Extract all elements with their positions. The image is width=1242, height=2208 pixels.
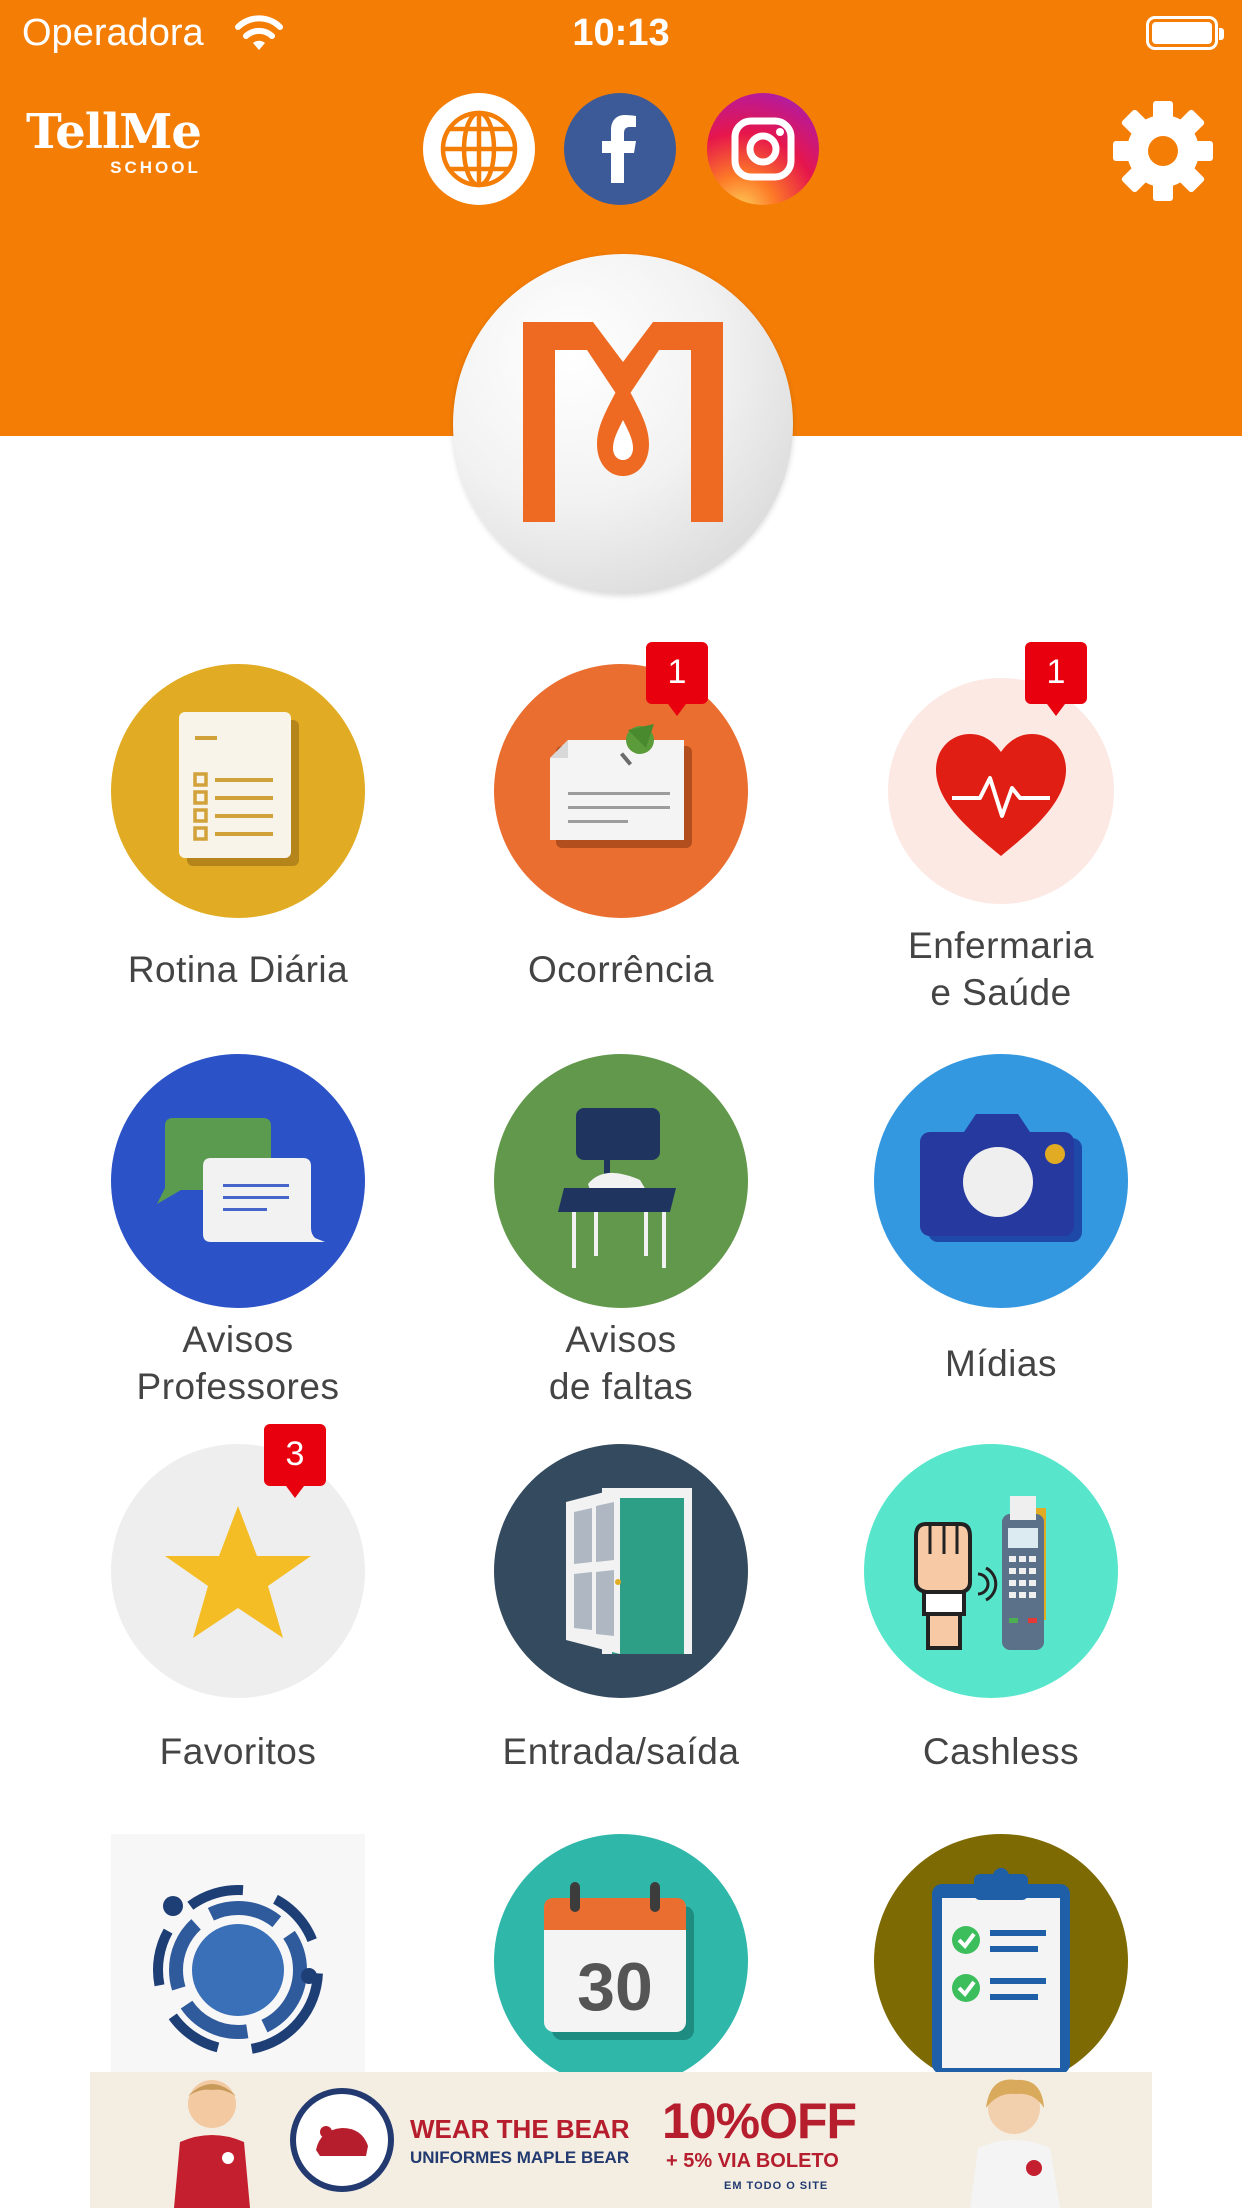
ad-banner[interactable]: WEAR THE BEAR UNIFORMES MAPLE BEAR 10%OF… [90,2072,1152,2208]
tile-icon-circle: 30 [494,1834,748,2088]
tile-label: Avisos de faltas [548,1319,694,1407]
tile-label: Rotina Diária [127,949,349,990]
settings-button[interactable] [1108,96,1218,206]
tile-icon-circle [494,1444,748,1698]
clock: 10:13 [572,12,670,54]
contactless-payment-icon [914,1496,1046,1650]
child-in-uniform-image [174,2080,250,2208]
ad-offer: 10%OFF [662,2093,857,2149]
child-smiling-image [970,2079,1060,2208]
tile-icon-circle [874,1834,1128,2088]
ad-subtitle: UNIFORMES MAPLE BEAR [410,2148,630,2167]
tile-icon-circle [874,1054,1128,1308]
checklist-icon [179,712,299,866]
calendar-icon: 30 [544,1882,694,2040]
globe-icon [440,110,518,188]
status-bar: Operadora 10:13 [0,0,1242,66]
circle-logo-icon [153,1885,323,2055]
tile-favoritos[interactable]: 3 Favoritos [48,1424,428,1784]
tile-enfermaria-saude[interactable]: 1 Enfermaria e Saúde [811,642,1191,1024]
ad-offer-note: EM TODO O SITE [724,2180,829,2192]
notification-badge: 1 [646,642,708,716]
door-icon [566,1488,692,1654]
brand-logo: TellMe SCHOOL [26,104,202,178]
gear-icon [1113,101,1213,201]
facebook-icon [602,115,636,183]
calendar-day: 30 [577,1949,653,2025]
battery-icon [1146,16,1224,50]
tile-icon-circle [864,1444,1118,1698]
tile-label: Favoritos [159,1731,317,1772]
tile-avisos-professores[interactable]: Avisos Professores [48,1054,428,1414]
tile-icon-circle [111,664,365,918]
instagram-button[interactable] [707,93,819,205]
tile-calendar[interactable]: 30 [431,1834,811,2088]
ad-title: WEAR THE BEAR [410,2114,630,2144]
tile-avisos-faltas[interactable]: Avisos de faltas [431,1054,811,1414]
tile-cashless[interactable]: Cashless [811,1444,1191,1784]
website-button[interactable] [423,93,535,205]
empty-desk-icon [558,1108,676,1268]
tile-entrada-saida[interactable]: Entrada/saída [431,1444,811,1784]
brand-subtitle: SCHOOL [110,158,201,177]
tile-icon-circle [494,1054,748,1308]
notification-badge: 1 [1025,642,1087,716]
tile-label: Mídias [945,1343,1057,1384]
tile-icon-circle [111,1444,365,1698]
pinned-note-icon [550,724,692,848]
maple-bear-badge [290,2088,394,2192]
tile-app-logo[interactable] [48,1834,428,2072]
tile-icon-circle [111,1054,365,1308]
tile-ocorrencia[interactable]: 1 Ocorrência [431,642,811,1004]
tile-label: Ocorrência [528,949,714,990]
star-icon [165,1506,311,1638]
tile-label: Enfermaria e Saúde [908,925,1094,1013]
tile-checklist[interactable] [811,1834,1191,2088]
tile-label: Entrada/saída [502,1731,740,1772]
tile-icon-circle [494,664,748,918]
tile-midias[interactable]: Mídias [811,1054,1191,1414]
camera-icon [920,1114,1082,1242]
heart-pulse-icon [936,734,1066,856]
ad-offer-detail: + 5% VIA BOLETO [666,2150,839,2172]
tile-label: Cashless [922,1731,1080,1772]
tile-rotina-diaria[interactable]: Rotina Diária [48,664,428,1004]
notification-badge: 3 [264,1424,326,1498]
brand-name: TellMe [26,104,202,160]
tile-icon-square [111,1834,365,2072]
tile-icon-circle [888,678,1114,904]
instagram-icon [731,117,795,181]
tile-label: Avisos Professores [136,1319,340,1407]
chat-bubbles-icon [157,1118,325,1242]
school-logo [453,254,793,594]
maple-bear-logo-icon [523,322,723,522]
facebook-button[interactable] [564,93,676,205]
clipboard-check-icon [932,1868,1070,2074]
